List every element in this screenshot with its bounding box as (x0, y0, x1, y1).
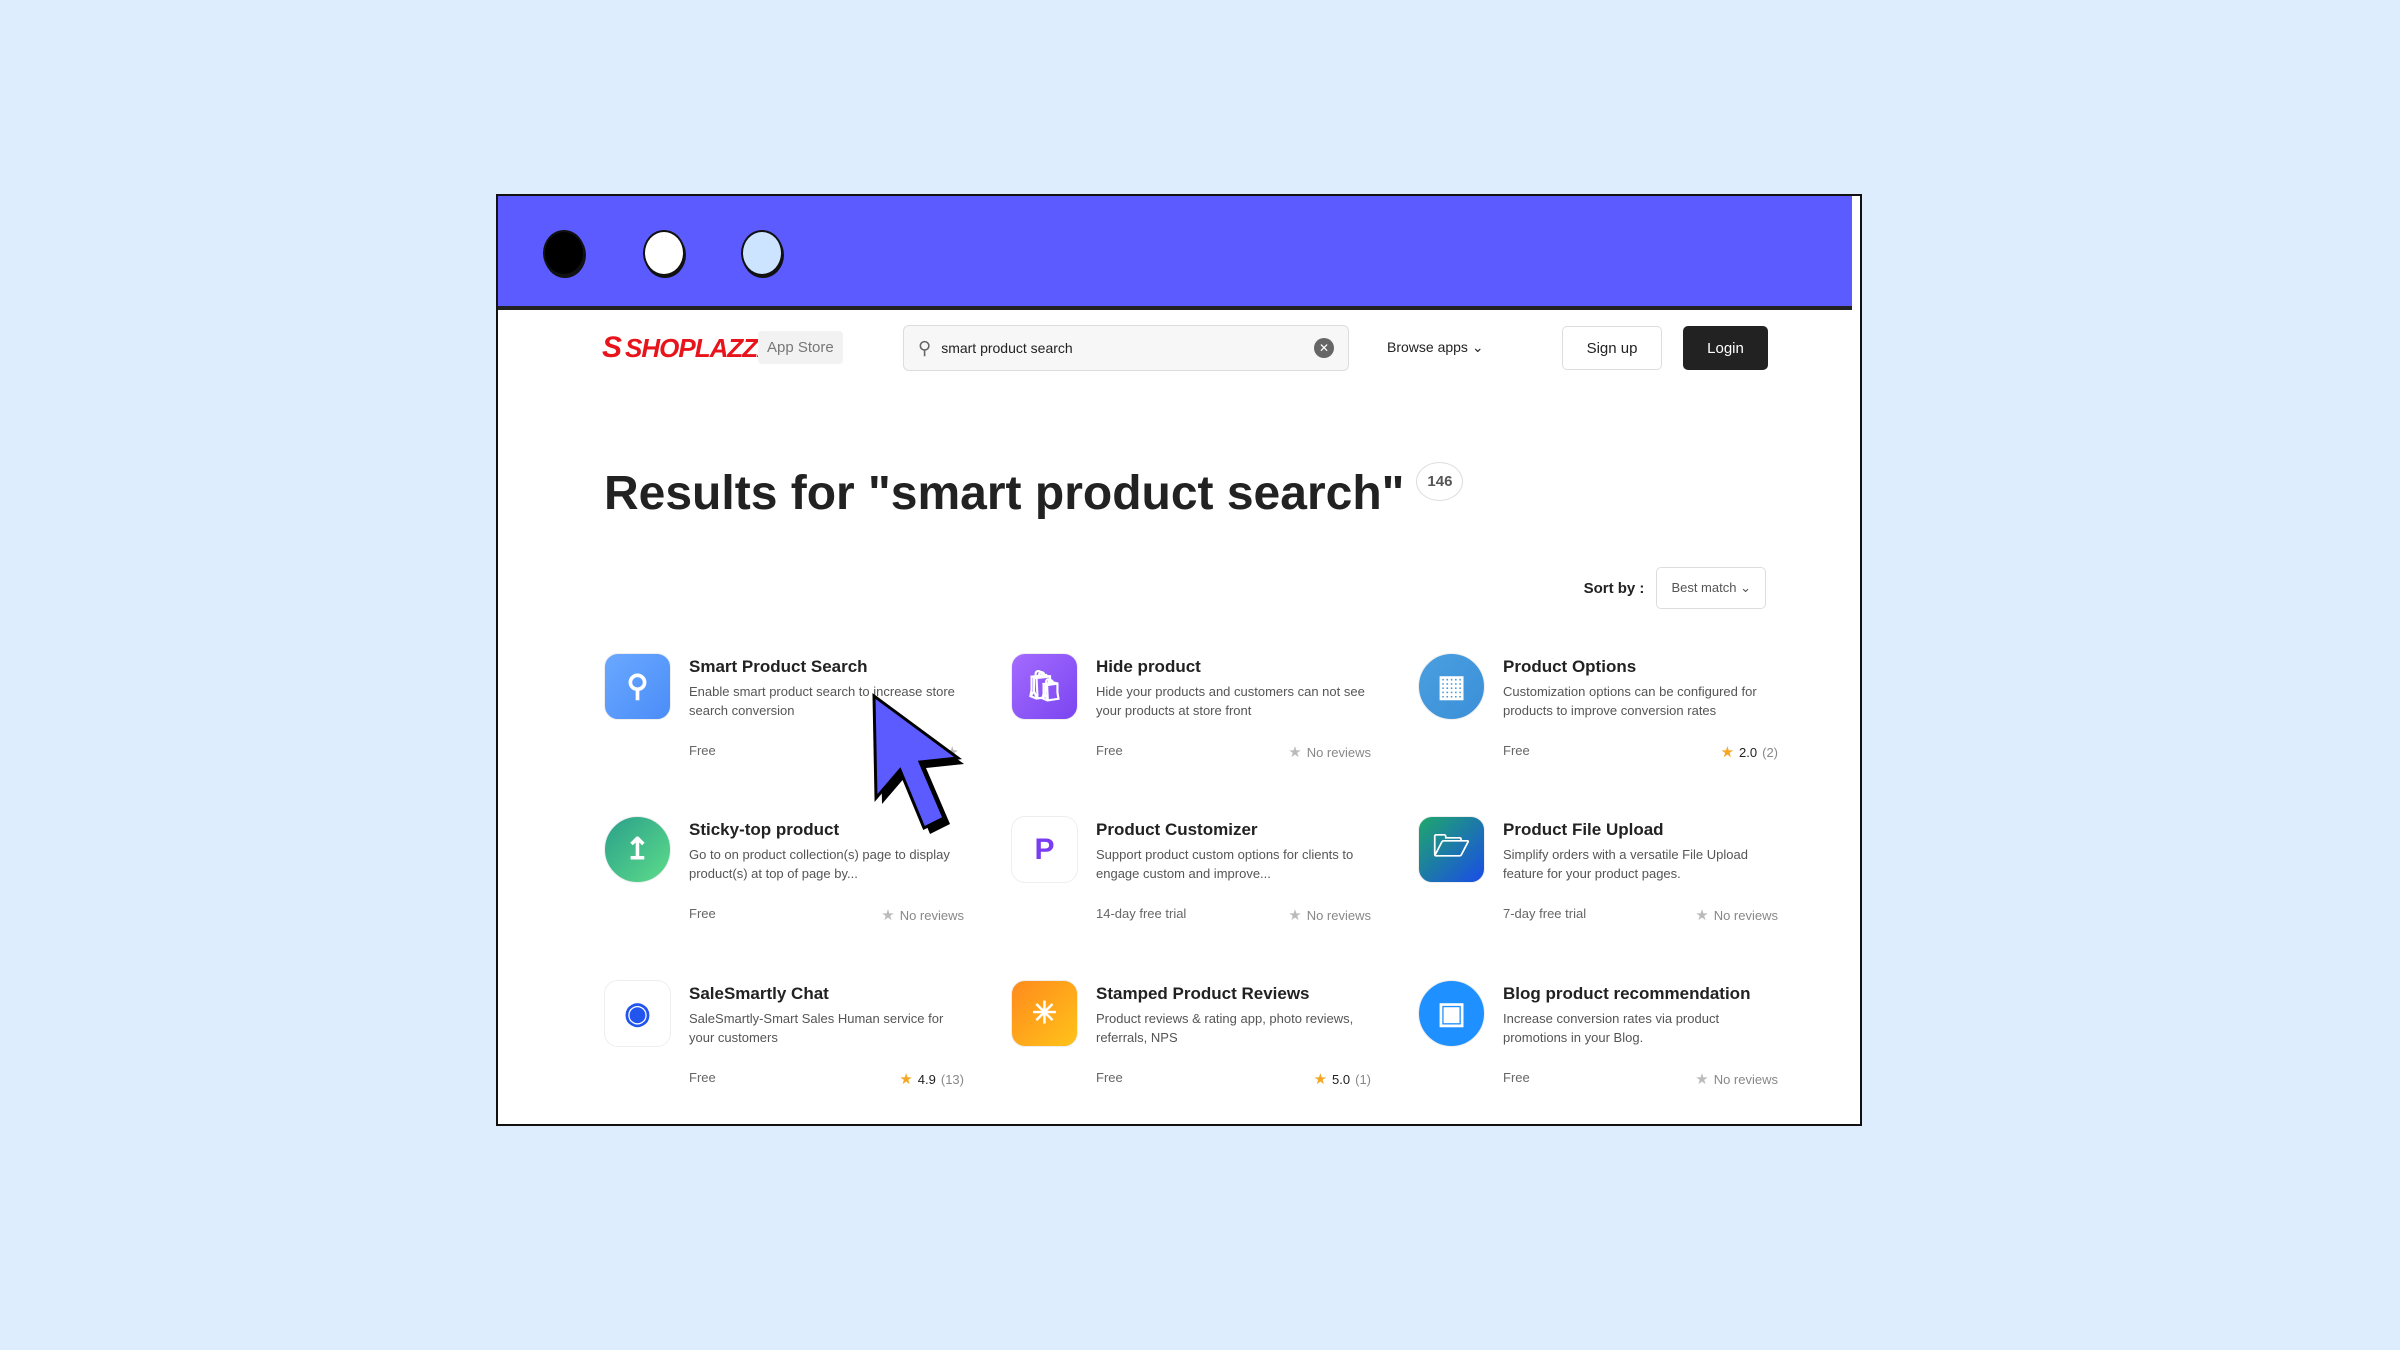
app-name[interactable]: Smart Product Search (689, 657, 868, 677)
app-rating: ★ No reviews (1695, 1070, 1778, 1088)
review-count: (13) (940, 1071, 964, 1087)
app-price: Free (1503, 1070, 1530, 1085)
magnifier-bulb-icon: ⚲ (604, 653, 671, 720)
pin-top-icon: ↥ (604, 816, 671, 883)
app-price: 14-day free trial (1096, 906, 1187, 921)
search-input[interactable]: ⚲ smart product search ✕ (903, 325, 1349, 371)
app-name[interactable]: Hide product (1096, 657, 1201, 677)
star-icon: ★ (1720, 744, 1735, 761)
app-description: Go to on product collection(s) page to d… (689, 847, 950, 881)
shopping-bag-hide-icon: 🛍 (1011, 653, 1078, 720)
search-value[interactable]: smart product search (941, 340, 1314, 356)
bag-icon: ▣ (1418, 980, 1485, 1047)
app-description: Increase conversion rates via product pr… (1503, 1011, 1720, 1045)
app-description: SaleSmartly-Smart Sales Human service fo… (689, 1011, 944, 1045)
app-name[interactable]: Sticky-top product (689, 820, 839, 840)
star-icon: ★ (1288, 744, 1302, 761)
sign-up-button[interactable]: Sign up (1562, 326, 1662, 370)
window-dot-close[interactable] (543, 230, 585, 276)
app-price: Free (689, 743, 716, 758)
p-pen-icon: P (1011, 816, 1078, 883)
review-count: No reviews (1713, 907, 1778, 923)
robot-icon: ◉ (604, 980, 671, 1047)
sort-value: Best match (1671, 580, 1737, 595)
star-icon: ★ (881, 907, 895, 924)
results-heading: Results for "smart product search" 146 (604, 462, 1464, 521)
window-dot-maximize[interactable] (741, 230, 783, 276)
app-rating: ★ No reviews (881, 906, 964, 924)
browser-window: S SHOPLAZZA App Store ⚲ smart product sea… (496, 194, 1862, 1126)
app-rating: ★ 2.0 (2) (1721, 743, 1778, 761)
logo-text: SHOPLAZZA (625, 332, 776, 363)
chevron-down-icon: ⌄ (1740, 580, 1751, 595)
sort-label: Sort by : (1583, 579, 1645, 597)
review-count: (1) (1355, 1071, 1371, 1087)
sort-dropdown[interactable]: Best match ⌄ (1656, 567, 1766, 609)
app-name[interactable]: Product File Upload (1503, 820, 1664, 840)
app-price: Free (1096, 743, 1123, 758)
app-rating: ★ 5.0 (1) (1314, 1070, 1371, 1088)
page-title: Results for "smart product search" (604, 467, 1405, 520)
app-price: Free (689, 906, 716, 921)
logo-mark-icon: S (602, 331, 622, 364)
review-count: (2) (1762, 744, 1778, 760)
app-card[interactable]: ▣ Blog product recommendation Increase c… (1418, 980, 1778, 1110)
app-name[interactable]: Product Customizer (1096, 820, 1258, 840)
browse-apps-label: Browse apps (1387, 339, 1468, 355)
app-description: Product reviews & rating app, photo revi… (1096, 1011, 1354, 1045)
sort-control: Sort by : Best match ⌄ (1584, 567, 1766, 609)
browse-apps-menu[interactable]: Browse apps ⌄ (1387, 339, 1484, 356)
app-rating: ★ No reviews (1288, 743, 1371, 761)
chevron-down-icon: ⌄ (1471, 339, 1484, 355)
app-description: Simplify orders with a versatile File Up… (1503, 847, 1748, 881)
folder-upload-icon: 🗁 (1418, 816, 1485, 883)
app-rating: ★ No reviews (1288, 906, 1371, 924)
app-name[interactable]: SaleSmartly Chat (689, 984, 829, 1004)
result-count-badge: 146 (1416, 462, 1464, 501)
app-price: Free (1096, 1070, 1123, 1085)
app-price: Free (689, 1070, 716, 1085)
shoplazza-logo[interactable]: S SHOPLAZZA (602, 331, 776, 365)
rating-value: 4.9 (917, 1071, 936, 1087)
clear-search-icon[interactable]: ✕ (1314, 338, 1334, 358)
app-card[interactable]: ▦ Product Options Customization options … (1418, 653, 1778, 783)
window-dot-minimize[interactable] (643, 230, 685, 276)
app-name[interactable]: Blog product recommendation (1503, 984, 1750, 1004)
app-description: Hide your products and customers can not… (1096, 684, 1365, 718)
app-card[interactable]: 🛍 Hide product Hide your products and cu… (1011, 653, 1371, 783)
options-grid-icon: ▦ (1418, 653, 1485, 720)
app-card[interactable]: P Product Customizer Support product cus… (1011, 816, 1371, 946)
app-description: Support product custom options for clien… (1096, 847, 1354, 881)
review-count: No reviews (1306, 744, 1371, 760)
app-price: Free (1503, 743, 1530, 758)
app-card[interactable]: 🗁 Product File Upload Simplify orders wi… (1418, 816, 1778, 946)
app-price: 7-day free trial (1503, 906, 1587, 921)
app-name[interactable]: Product Options (1503, 657, 1636, 677)
rating-value: 2.0 (1739, 744, 1758, 760)
review-count: No reviews (899, 907, 964, 923)
app-card[interactable]: ◉ SaleSmartly Chat SaleSmartly-Smart Sal… (604, 980, 964, 1110)
title-bar (498, 196, 1852, 310)
review-count: No reviews (1306, 907, 1371, 923)
app-rating: ★ 4.9 (13) (899, 1070, 964, 1088)
mouse-cursor-icon (872, 692, 964, 834)
star-icon: ★ (1695, 1071, 1709, 1088)
app-description: Customization options can be configured … (1503, 684, 1757, 718)
site-header: S SHOPLAZZA App Store ⚲ smart product sea… (498, 325, 1860, 371)
star-icon: ★ (1288, 907, 1302, 924)
login-button[interactable]: Login (1683, 326, 1768, 370)
review-count: No reviews (1713, 1071, 1778, 1087)
app-rating: ★ No reviews (1695, 906, 1778, 924)
app-store-tag: App Store (758, 331, 843, 364)
star-icon: ★ (1313, 1071, 1328, 1088)
star-icon: ★ (899, 1071, 913, 1088)
star-icon: ★ (1695, 907, 1709, 924)
rating-value: 5.0 (1332, 1071, 1351, 1087)
stamped-burst-icon: ✳ (1011, 980, 1078, 1047)
app-name[interactable]: Stamped Product Reviews (1096, 984, 1310, 1004)
app-card[interactable]: ✳ Stamped Product Reviews Product review… (1011, 980, 1371, 1110)
search-icon: ⚲ (918, 337, 932, 358)
